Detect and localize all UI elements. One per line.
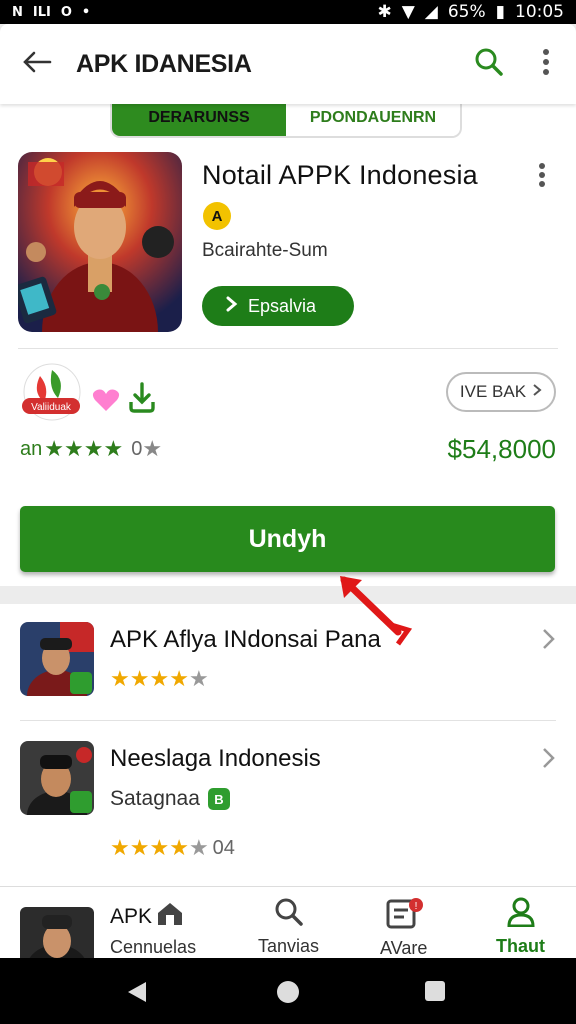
star-icon: ★ xyxy=(149,666,170,691)
list-item[interactable]: Neeslaga Indonesis Satagnaa B ★ ★ ★ ★ ★ … xyxy=(0,721,576,886)
nav-item-search[interactable]: Tanvias xyxy=(258,897,319,957)
list-item[interactable]: APK Aflya INdonsai Pana ★ ★ ★ ★ ★ xyxy=(0,604,576,721)
content-rating-label: A xyxy=(211,207,223,225)
app-title: Notail APPK Indonesia xyxy=(202,160,478,190)
nav-head-label: APK xyxy=(110,905,153,928)
app-bar: APK IDANESIA xyxy=(0,24,576,104)
battery-percent: 65% xyxy=(447,2,486,22)
nav-item-account[interactable]: Thaut xyxy=(496,897,545,957)
tab-first[interactable]: DERARUNSS xyxy=(112,100,286,136)
star-icon: ★ xyxy=(44,436,64,461)
account-icon xyxy=(506,897,536,932)
app-badge-icon: B xyxy=(207,788,230,810)
store-icon xyxy=(156,901,184,933)
star-icon: ★ xyxy=(129,666,150,691)
chevron-right-icon xyxy=(532,382,542,402)
heart-icon[interactable] xyxy=(92,388,120,417)
system-nav-bar xyxy=(0,958,576,1024)
cell-signal-icon: ◢ xyxy=(424,2,438,22)
rating-stars: an ★ ★ ★ ★ 0 ★ xyxy=(20,436,162,462)
page-title: APK IDANESIA xyxy=(76,49,252,78)
status-bar: N ILI O • ✱ ▼ ◢ 65% ▮ 10:05 xyxy=(0,0,576,24)
star-empty-icon: ★ xyxy=(188,835,209,860)
bluetooth-icon: ✱ xyxy=(377,2,392,22)
nav-label: Tanvias xyxy=(258,936,320,956)
star-icon: ★ xyxy=(110,835,130,860)
home-icon[interactable] xyxy=(276,980,300,1009)
list-item-title: Neeslaga Indonesis xyxy=(110,745,321,772)
star-icon: ★ xyxy=(103,436,124,461)
tab-bar: DERARUNSS PDONDAUENRN xyxy=(110,100,462,138)
list-item-icon xyxy=(20,622,94,696)
rating-count: 04 xyxy=(212,836,235,859)
star-empty-icon: ★ xyxy=(188,666,209,691)
star-icon: ★ xyxy=(169,666,189,691)
chevron-right-icon xyxy=(226,296,238,317)
nav-label: Cennuelas xyxy=(110,937,197,957)
app-icon-image xyxy=(18,152,182,332)
back-icon[interactable] xyxy=(126,980,148,1009)
publisher-logo: Valiiduak xyxy=(20,362,82,422)
mini-player-thumbnail[interactable] xyxy=(20,907,94,959)
clock: 10:05 xyxy=(515,2,564,22)
star-icon: ★ xyxy=(110,666,130,691)
star-icon: ★ xyxy=(83,436,104,461)
arrow-left-icon[interactable] xyxy=(22,50,52,79)
list-item-subtitle: Satagnaa B xyxy=(110,787,230,811)
more-vert-icon[interactable] xyxy=(542,48,550,81)
battery-icon: ▮ xyxy=(495,2,505,22)
rating-prefix: an xyxy=(20,437,43,460)
notification-icon: ! xyxy=(384,897,424,934)
nav-label: AVare xyxy=(380,938,428,958)
svg-text:!: ! xyxy=(414,901,417,912)
star-icon: ★ xyxy=(63,436,84,461)
more-back-button[interactable]: IVE BAK xyxy=(446,372,556,412)
status-icon-n: N xyxy=(12,4,23,20)
price-label: $54,8000 xyxy=(447,434,556,464)
chevron-right-icon[interactable] xyxy=(542,747,556,774)
more-vert-icon[interactable] xyxy=(538,162,546,193)
status-icon-o: O xyxy=(60,4,72,20)
status-icon-signal: ILI xyxy=(32,4,51,20)
list-item-stars: ★ ★ ★ ★ ★ 04 xyxy=(110,835,235,861)
install-button[interactable]: Undyh xyxy=(20,506,555,572)
bottom-nav: APK Cennuelas Tanvias ! AVare Thaut xyxy=(0,886,576,959)
search-icon[interactable] xyxy=(474,47,504,82)
tab-second[interactable]: PDONDAUENRN xyxy=(286,100,460,136)
related-apps-list: APK Aflya INdonsai Pana ★ ★ ★ ★ ★ Neesla… xyxy=(0,604,576,886)
chevron-right-icon[interactable] xyxy=(542,628,556,655)
rating-count: 0 xyxy=(131,437,143,460)
status-dot-icon: • xyxy=(81,4,91,20)
download-icon[interactable] xyxy=(127,382,157,419)
list-item-developer: Satagnaa xyxy=(110,787,200,810)
chip-button-label: Epsalvia xyxy=(248,295,317,316)
content-rating-badge: A xyxy=(203,202,231,230)
nav-label: Thaut xyxy=(496,936,545,956)
app-detail-card: DERARUNSS PDONDAUENRN Notail APPK Indone… xyxy=(0,100,576,586)
developer-name[interactable]: Bcairahte-Sum xyxy=(202,240,328,262)
star-icon: ★ xyxy=(169,835,189,860)
pointer-arrow-icon xyxy=(338,574,414,653)
star-icon: ★ xyxy=(149,835,170,860)
list-item-icon xyxy=(20,741,94,815)
recents-icon[interactable] xyxy=(424,980,446,1007)
nav-item-notifications[interactable]: ! AVare xyxy=(380,897,427,959)
svg-text:Valiiduak: Valiiduak xyxy=(31,402,72,413)
install-button-label: Undyh xyxy=(248,524,327,553)
nav-item-first[interactable]: APK Cennuelas xyxy=(110,901,196,958)
divider xyxy=(18,348,558,349)
search-icon xyxy=(274,897,304,932)
list-item-stars: ★ ★ ★ ★ ★ xyxy=(110,666,209,692)
star-outline-icon: ★ xyxy=(142,436,163,461)
star-icon: ★ xyxy=(129,835,150,860)
chip-button[interactable]: Epsalvia xyxy=(202,286,354,326)
wifi-icon: ▼ xyxy=(401,2,415,22)
more-back-label: IVE BAK xyxy=(459,382,527,401)
